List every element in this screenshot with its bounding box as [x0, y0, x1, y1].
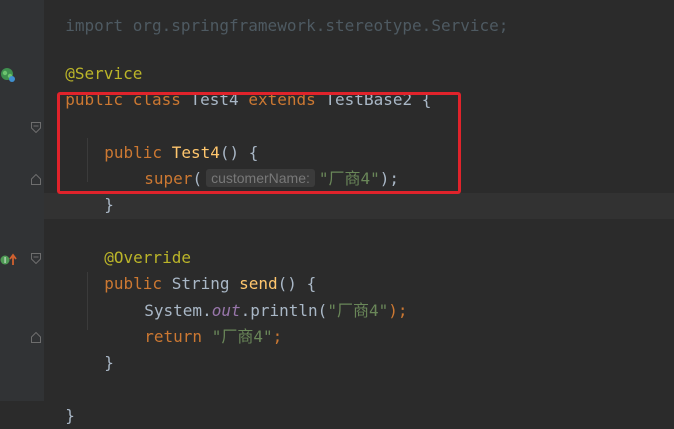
caret-line-highlight	[44, 193, 674, 219]
code-line-14: }	[46, 377, 75, 425]
code-line-import: import org.springframework.stereotype.Se…	[46, 0, 508, 35]
keyword-return: return	[144, 327, 203, 346]
close-brace: }	[104, 195, 114, 214]
code-line-12: }	[85, 324, 114, 372]
code-line-9: public String send() {	[85, 245, 316, 293]
override-method-icon[interactable]: I	[0, 252, 18, 266]
string-literal: "厂商4"	[211, 327, 273, 346]
code-line-8: @Override	[85, 219, 191, 267]
fold-marker-icon[interactable]	[31, 174, 41, 185]
close-brace: }	[104, 353, 114, 372]
code-line-1: @Service	[46, 35, 142, 83]
fold-marker-icon[interactable]	[31, 122, 41, 133]
class-close-brace: }	[65, 406, 75, 425]
fold-marker-icon[interactable]	[31, 332, 41, 343]
svg-text:I: I	[4, 256, 6, 265]
import-statement: import org.springframework.stereotype.Se…	[65, 16, 509, 35]
statement-end: );	[388, 301, 408, 320]
code-line-11: return "厂商4";	[125, 298, 282, 346]
spring-bean-icon[interactable]	[0, 67, 16, 83]
highlight-rectangle	[57, 92, 461, 194]
code-line-2: public class Test4 extends TestBase2 {	[46, 61, 431, 109]
statement-end: ;	[272, 327, 283, 346]
fold-marker-icon[interactable]	[31, 253, 41, 264]
code-line-10: System.out.println("厂商4");	[125, 272, 407, 320]
string-literal: "厂商4"	[327, 301, 389, 320]
